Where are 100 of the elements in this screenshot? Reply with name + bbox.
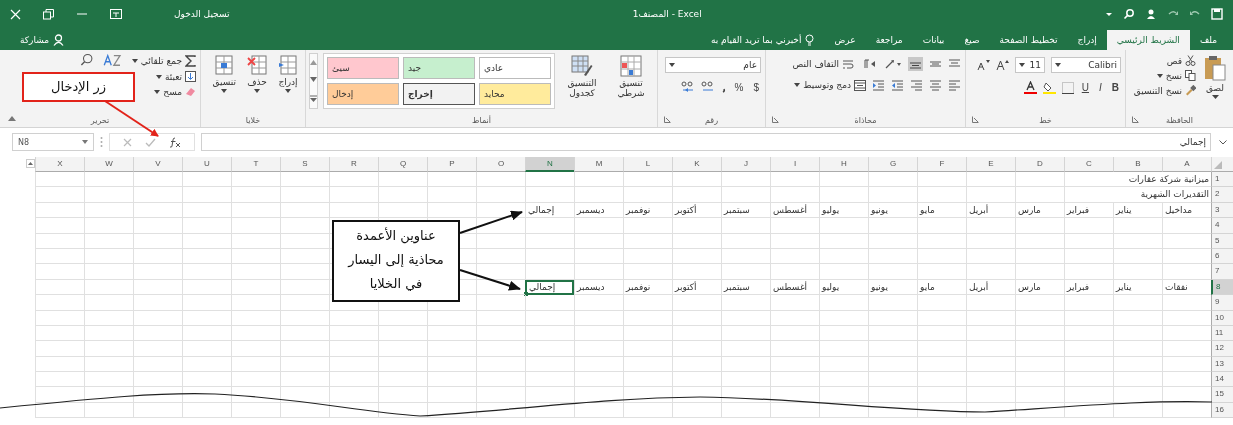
table-cell[interactable] — [231, 402, 280, 419]
ribbon-tab[interactable]: عرض — [824, 30, 866, 50]
table-cell[interactable] — [672, 387, 721, 403]
column-header[interactable]: X — [35, 157, 84, 172]
table-cell[interactable] — [378, 341, 427, 357]
table-cell[interactable]: مارس — [1015, 279, 1064, 296]
table-cell[interactable]: أغسطس — [770, 279, 819, 296]
table-cell[interactable] — [231, 279, 280, 296]
table-cell[interactable] — [280, 310, 329, 326]
table-cell[interactable] — [1064, 295, 1113, 311]
table-cell[interactable]: يونيو — [868, 279, 917, 296]
table-cell[interactable] — [574, 310, 623, 326]
column-header[interactable]: E — [966, 157, 1015, 172]
clear-button[interactable]: مسح — [154, 86, 196, 97]
column-header[interactable]: S — [280, 157, 329, 172]
row-header[interactable]: 9 — [1211, 295, 1233, 311]
row-header[interactable]: 12 — [1211, 341, 1233, 357]
table-cell[interactable] — [672, 341, 721, 357]
table-cell[interactable] — [329, 372, 378, 388]
cells-button[interactable]: إدراج — [275, 53, 301, 95]
table-cell[interactable] — [574, 264, 623, 280]
table-cell[interactable] — [917, 325, 966, 342]
copy-button[interactable]: نسخ — [1156, 70, 1196, 81]
table-cell[interactable] — [966, 295, 1015, 311]
table-cell[interactable] — [525, 218, 574, 234]
table-cell[interactable] — [133, 187, 182, 203]
table-cell[interactable]: فبراير — [1064, 279, 1113, 296]
table-cell[interactable] — [721, 325, 770, 342]
table-cell[interactable] — [84, 233, 133, 249]
table-cell[interactable] — [721, 172, 770, 188]
table-cell[interactable] — [182, 341, 231, 357]
table-cell[interactable] — [1015, 248, 1064, 265]
table-cell[interactable] — [819, 356, 868, 373]
table-cell[interactable] — [917, 402, 966, 419]
table-cell[interactable] — [868, 248, 917, 265]
table-cell[interactable] — [182, 325, 231, 342]
table-cell[interactable] — [721, 218, 770, 234]
ribbon-tab[interactable]: ملف — [1189, 30, 1227, 50]
currency-button[interactable]: $ — [751, 81, 761, 93]
table-cell[interactable] — [182, 264, 231, 280]
font-size-field[interactable]: 11 — [1015, 57, 1045, 73]
table-cell[interactable] — [1162, 248, 1211, 265]
touch-mode-icon[interactable] — [1145, 8, 1157, 20]
table-cell[interactable] — [231, 202, 280, 219]
conditional-formatting-button[interactable]: تنسيق شرطي — [609, 53, 653, 101]
table-cell[interactable] — [1015, 372, 1064, 388]
share-button[interactable]: مشاركة — [6, 30, 79, 50]
table-cell[interactable] — [1162, 233, 1211, 249]
table-cell[interactable] — [1015, 295, 1064, 311]
table-cell[interactable] — [770, 248, 819, 265]
table-cell[interactable] — [1162, 341, 1211, 357]
table-cell[interactable] — [966, 372, 1015, 388]
table-cell[interactable] — [280, 325, 329, 342]
row-header[interactable]: 15 — [1211, 387, 1233, 403]
cells-button[interactable]: حذف — [244, 53, 270, 95]
table-cell[interactable] — [427, 372, 476, 388]
column-header[interactable]: B — [1113, 157, 1162, 172]
scroll-down-icon[interactable] — [310, 77, 317, 83]
table-cell[interactable] — [525, 233, 574, 249]
table-cell[interactable] — [427, 310, 476, 326]
table-cell[interactable] — [574, 218, 623, 234]
table-cell[interactable] — [672, 187, 721, 203]
table-cell[interactable] — [280, 233, 329, 249]
table-cell[interactable] — [231, 387, 280, 403]
table-cell[interactable]: أبريل — [966, 202, 1015, 219]
restore-icon[interactable] — [43, 8, 54, 20]
column-header[interactable]: I — [770, 157, 819, 172]
table-cell[interactable] — [84, 279, 133, 296]
table-cell[interactable] — [917, 172, 966, 188]
table-cell[interactable] — [1162, 264, 1211, 280]
table-cell[interactable] — [476, 295, 525, 311]
table-cell[interactable] — [84, 295, 133, 311]
table-cell[interactable] — [427, 172, 476, 188]
table-cell[interactable] — [35, 248, 84, 265]
table-cell[interactable]: يوليو — [819, 279, 868, 296]
collapse-ribbon-icon[interactable] — [8, 116, 16, 121]
table-cell[interactable] — [525, 402, 574, 419]
table-cell[interactable] — [476, 202, 525, 219]
formula-input[interactable]: إجمالي — [201, 133, 1211, 151]
table-cell[interactable] — [280, 187, 329, 203]
table-cell[interactable] — [1064, 264, 1113, 280]
table-cell[interactable] — [133, 218, 182, 234]
table-cell[interactable]: نوفمبر — [623, 279, 672, 296]
table-cell[interactable] — [623, 325, 672, 342]
table-cell[interactable]: أكتوبر — [672, 202, 721, 219]
column-header[interactable]: K — [672, 157, 721, 172]
align-middle-icon[interactable] — [929, 58, 942, 70]
table-cell[interactable] — [231, 372, 280, 388]
table-cell[interactable] — [770, 233, 819, 249]
column-header[interactable]: G — [868, 157, 917, 172]
table-cell[interactable] — [819, 402, 868, 419]
table-cell[interactable] — [476, 279, 525, 296]
table-cell[interactable] — [133, 248, 182, 265]
table-cell[interactable]: سبتمبر — [721, 202, 770, 219]
table-cell[interactable] — [476, 310, 525, 326]
italic-button[interactable]: I — [1097, 82, 1104, 93]
column-header[interactable]: M — [574, 157, 623, 172]
table-cell[interactable] — [133, 341, 182, 357]
cell-style-swatch[interactable]: إخراج — [403, 83, 475, 105]
table-cell[interactable] — [1162, 356, 1211, 373]
